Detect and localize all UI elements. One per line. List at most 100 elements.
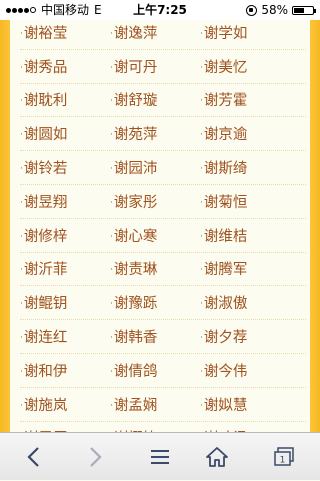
bullet-dot: · <box>200 366 203 377</box>
name-text: 谢菊恒 <box>203 194 248 211</box>
bullet-dot: · <box>200 130 203 141</box>
name-item[interactable]: ·谢修梓 <box>20 225 110 246</box>
name-text: 谢可丹 <box>113 59 158 76</box>
name-text: 谢淑傲 <box>203 296 248 313</box>
name-item[interactable]: ·谢耽利 <box>20 89 110 110</box>
name-text: 谢圆如 <box>23 127 68 144</box>
back-arrow-icon <box>27 447 39 467</box>
battery-icon <box>292 5 316 15</box>
name-item[interactable]: ·谢可丹 <box>110 56 200 77</box>
name-item[interactable]: ·谢逸萍 <box>110 22 200 43</box>
name-text: 谢姒慧 <box>203 397 248 414</box>
battery-fill <box>294 7 304 13</box>
name-text: 谢韩香 <box>113 330 158 347</box>
name-item[interactable]: ·谢苑萍 <box>110 123 200 144</box>
name-item[interactable]: ·谢连红 <box>20 326 110 347</box>
bullet-dot: · <box>20 96 23 107</box>
name-text: 谢豫跞 <box>113 296 158 313</box>
bullet-dot: · <box>20 130 23 141</box>
bullet-dot: · <box>200 299 203 310</box>
name-text: 谢耽利 <box>23 93 68 110</box>
status-bar: 中国移动 E 上午7:25 58% <box>0 0 320 20</box>
web-content[interactable]: ·谢裕莹 ·谢逸萍 ·谢学如 ·谢秀品 ·谢可丹 ·谢美忆 ·谢耽利 ·谢舒璇 ·谢芳霍 ·谢圆如… <box>0 20 320 432</box>
bullet-dot: · <box>110 62 113 73</box>
bullet-dot: · <box>20 231 23 242</box>
name-row: ·谢裕莹 ·谢逸萍 ·谢学如 <box>20 20 306 50</box>
name-item[interactable]: ·谢维桔 <box>200 225 290 246</box>
name-item[interactable]: ·谢夕荐 <box>200 326 290 347</box>
name-row: ·谢昱翔 ·谢家彤 ·谢菊恒 <box>20 185 306 219</box>
bullet-dot: · <box>20 333 23 344</box>
name-item[interactable]: ·谢铃若 <box>20 157 110 178</box>
name-text: 谢连红 <box>23 330 68 347</box>
name-item[interactable]: ·谢秀品 <box>20 56 110 77</box>
name-item[interactable]: ·谢沂菲 <box>20 258 110 279</box>
name-text: 谢铃若 <box>23 161 68 178</box>
name-item[interactable]: ·谢心寒 <box>110 225 200 246</box>
bullet-dot: · <box>110 164 113 175</box>
name-item[interactable]: ·谢美忆 <box>200 56 290 77</box>
bullet-dot: · <box>110 130 113 141</box>
name-text: 谢腾军 <box>203 262 248 279</box>
bullet-dot: · <box>110 299 113 310</box>
name-row: ·谢圆如 ·谢苑萍 ·谢京逾 <box>20 117 306 152</box>
name-item[interactable]: ·谢今伟 <box>200 360 290 381</box>
name-item[interactable]: ·谢倩鸽 <box>110 360 200 381</box>
forward-button[interactable] <box>71 433 121 481</box>
bullet-dot: · <box>20 164 23 175</box>
bullet-dot: · <box>20 265 23 276</box>
name-item[interactable]: ·谢家彤 <box>110 191 200 212</box>
decorative-right-border <box>310 20 320 432</box>
menu-button[interactable] <box>135 433 185 481</box>
home-icon <box>206 447 228 467</box>
name-text: 谢施岚 <box>23 397 68 414</box>
name-grid: ·谢裕莹 ·谢逸萍 ·谢学如 ·谢秀品 ·谢可丹 ·谢美忆 ·谢耽利 ·谢舒璇 ·谢芳霍 ·谢圆如… <box>20 20 306 432</box>
bullet-dot: · <box>200 333 203 344</box>
name-item[interactable]: ·谢园沛 <box>110 157 200 178</box>
name-item[interactable]: · 谢舒璇 <box>110 89 200 110</box>
name-item[interactable]: ·谢淑傲 <box>200 292 290 313</box>
name-text: 谢舒璇 <box>113 93 158 110</box>
decorative-left-border <box>0 20 10 432</box>
name-item[interactable]: ·谢昱翔 <box>20 191 110 212</box>
name-text: 谢园沛 <box>113 161 158 178</box>
name-item[interactable]: ·谢学如 <box>200 22 290 43</box>
bullet-dot: · <box>20 28 23 39</box>
name-item[interactable]: ·谢京逾 <box>200 123 290 144</box>
name-item[interactable]: ·谢孟娴 <box>110 394 200 415</box>
name-text: 谢苑萍 <box>113 127 158 144</box>
name-item[interactable]: ·谢姒慧 <box>200 394 290 415</box>
name-item[interactable]: ·谢和伊 <box>20 360 110 381</box>
status-right: 58% <box>246 0 316 20</box>
tabs-button[interactable]: 1 <box>259 433 309 481</box>
name-item[interactable]: ·谢圆如 <box>20 123 110 144</box>
name-row: ·谢秀品 ·谢可丹 ·谢美忆 <box>20 50 306 84</box>
name-item[interactable]: ·谢裕莹 <box>20 22 110 43</box>
name-item[interactable]: ·谢芳霍 <box>200 89 290 110</box>
bullet-dot: · <box>200 96 203 107</box>
name-text: 谢夕荐 <box>203 330 248 347</box>
name-row: ·谢连红 ·谢韩香 ·谢夕荐 <box>20 320 306 354</box>
name-item[interactable]: ·谢责琳 <box>110 258 200 279</box>
back-button[interactable] <box>8 433 58 481</box>
bullet-dot: · <box>110 400 113 411</box>
name-text: 谢京逾 <box>203 127 248 144</box>
name-row: ·谢耽利 ·谢舒璇 ·谢芳霍 <box>20 84 306 118</box>
menu-lines-icon <box>151 450 169 464</box>
home-button[interactable] <box>192 433 242 481</box>
name-item[interactable]: ·谢豫跞 <box>110 292 200 313</box>
name-row: ·谢鲲钥 ·谢豫跞 ·谢淑傲 <box>20 286 306 321</box>
name-item[interactable]: ·谢韩香 <box>110 326 200 347</box>
name-text: 谢秀品 <box>23 59 68 76</box>
name-item[interactable]: · 谢施岚 <box>20 394 110 415</box>
bullet-dot: · <box>110 333 113 344</box>
name-item[interactable]: ·谢鲲钥 <box>20 292 110 313</box>
name-item[interactable]: ·谢菊恒 <box>200 191 290 212</box>
bullet-dot: · <box>20 62 23 73</box>
name-text: 谢心寒 <box>113 228 158 245</box>
name-item[interactable]: ·谢斯绮 <box>200 157 290 178</box>
name-text: 谢责琳 <box>113 262 158 279</box>
name-text: 谢孟娴 <box>113 397 158 414</box>
name-text: 谢家彤 <box>113 194 158 211</box>
name-item[interactable]: ·谢腾军 <box>200 258 290 279</box>
